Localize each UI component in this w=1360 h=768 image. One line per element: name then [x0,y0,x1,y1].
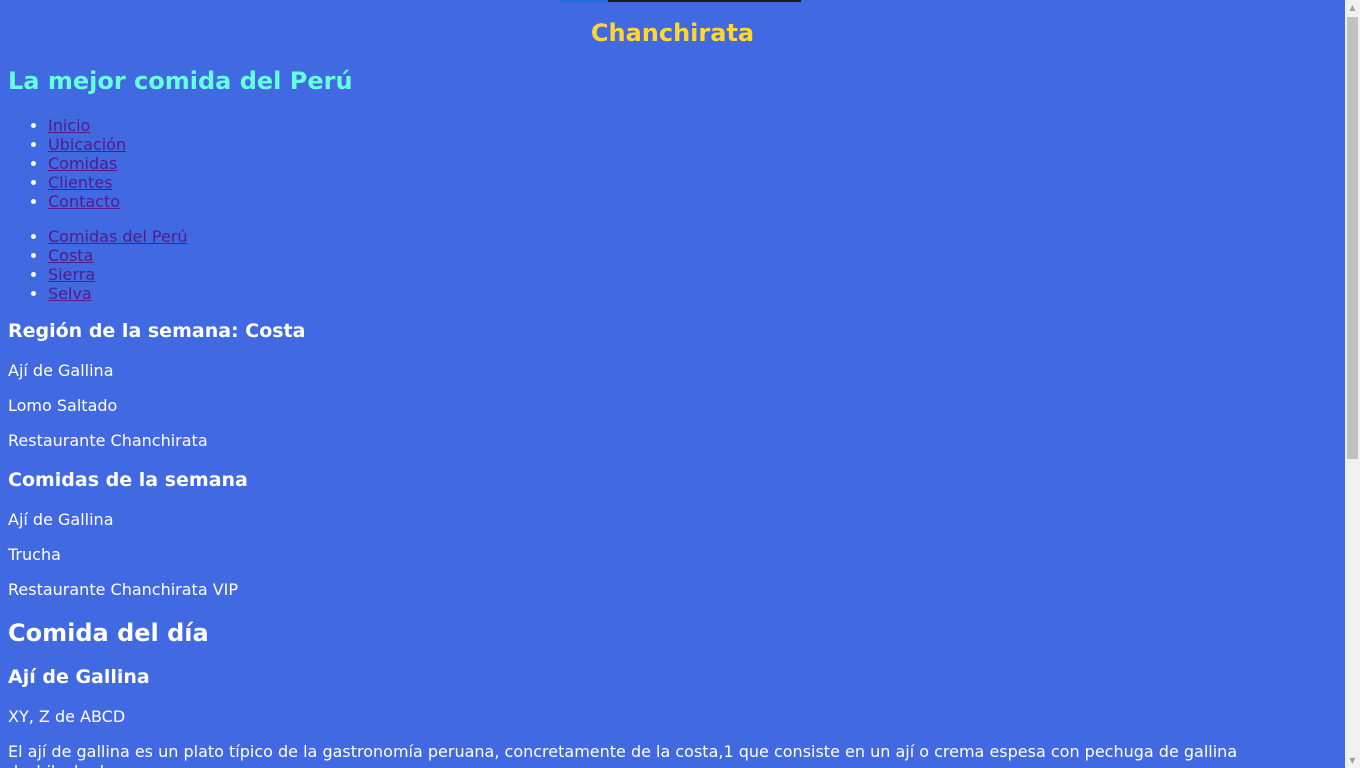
vertical-scrollbar[interactable]: ▲ ▼ [1345,0,1360,768]
food-of-day-dish: Ají de Gallina [8,666,150,688]
nav-item-comidas: Comidas [48,154,126,173]
nav-item-selva: Selva [48,284,188,303]
site-tagline: La mejor comida del Perú [8,67,353,95]
nav-link-selva[interactable]: Selva [48,284,92,303]
top-progress-bar [560,0,801,2]
nav-item-ubicacion: Ubicación [48,135,126,154]
nav-item-clientes: Clientes [48,173,126,192]
scrollbar-thumb[interactable] [1347,17,1358,459]
food-of-day-heading: Comida del día [8,619,209,647]
foods-week-item: Restaurante Chanchirata VIP [8,580,239,599]
main-nav: Inicio Ubicación Comidas Clientes Contac… [8,116,126,211]
food-of-day-description: El ají de gallina es un plato típico de … [8,742,1238,768]
nav-item-costa: Costa [48,246,188,265]
nav-link-comidas-peru[interactable]: Comidas del Perú [48,227,188,246]
food-of-day-byline: XY, Z de ABCD [8,707,126,726]
nav-link-clientes[interactable]: Clientes [48,173,113,192]
nav-link-contacto[interactable]: Contacto [48,192,120,211]
nav-item-contacto: Contacto [48,192,126,211]
nav-link-comidas[interactable]: Comidas [48,154,117,173]
foods-week-heading: Comidas de la semana [8,469,248,491]
region-week-item: Restaurante Chanchirata [8,431,208,450]
regions-nav: Comidas del Perú Costa Sierra Selva [8,227,188,303]
region-week-item: Ají de Gallina [8,361,114,380]
scroll-down-arrow-icon[interactable]: ▼ [1345,753,1360,768]
region-week-item: Lomo Saltado [8,396,118,415]
nav-link-costa[interactable]: Costa [48,246,93,265]
scroll-up-arrow-icon[interactable]: ▲ [1345,0,1360,15]
foods-week-item: Trucha [8,545,61,564]
nav-link-ubicacion[interactable]: Ubicación [48,135,126,154]
site-title: Chanchirata [590,19,755,47]
region-week-heading: Región de la semana: Costa [8,320,306,342]
top-progress-bar-fill [560,0,608,2]
nav-item-comidas-peru: Comidas del Perú [48,227,188,246]
foods-week-item: Ají de Gallina [8,510,114,529]
nav-item-sierra: Sierra [48,265,188,284]
page: Chanchirata La mejor comida del Perú Ini… [0,0,1345,768]
nav-item-inicio: Inicio [48,116,126,135]
nav-link-inicio[interactable]: Inicio [48,116,90,135]
nav-link-sierra[interactable]: Sierra [48,265,95,284]
